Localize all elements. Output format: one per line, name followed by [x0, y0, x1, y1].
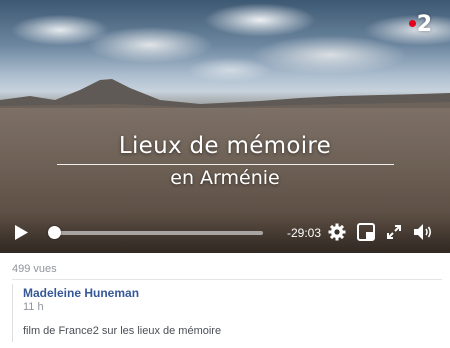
play-icon: [15, 225, 28, 240]
video-player[interactable]: 2 Lieux de mémoire en Arménie -29:03: [0, 0, 450, 253]
progress-bar[interactable]: [53, 231, 263, 235]
play-button[interactable]: [14, 224, 30, 246]
video-title-main: Lieux de mémoire: [118, 133, 332, 159]
video-title-sub: en Arménie: [170, 167, 280, 189]
post-text: film de France2 sur les lieux de mémoire: [23, 325, 222, 337]
time-remaining: -29:03: [287, 226, 322, 240]
settings-gear-icon: [328, 223, 346, 241]
settings-button[interactable]: [328, 223, 346, 246]
fullscreen-button[interactable]: [386, 224, 402, 245]
view-count: 499 vues: [12, 263, 57, 275]
post-timestamp[interactable]: 11 h: [23, 301, 44, 313]
progress-handle[interactable]: [48, 226, 61, 239]
red-dot-icon: [408, 19, 416, 27]
miniplayer-button[interactable]: [357, 223, 375, 246]
volume-icon: [414, 224, 432, 240]
title-divider: [57, 164, 394, 165]
section-divider: [12, 279, 442, 280]
channel-logo-text: 2: [416, 12, 432, 37]
author-name-link[interactable]: Madeleine Huneman: [23, 286, 139, 300]
volume-button[interactable]: [413, 223, 433, 246]
channel-logo: 2: [408, 12, 432, 37]
miniplayer-icon: [357, 223, 375, 241]
fullscreen-expand-icon: [387, 225, 401, 239]
video-controls: -29:03: [0, 212, 450, 253]
comment-indent-bar: [12, 284, 13, 342]
